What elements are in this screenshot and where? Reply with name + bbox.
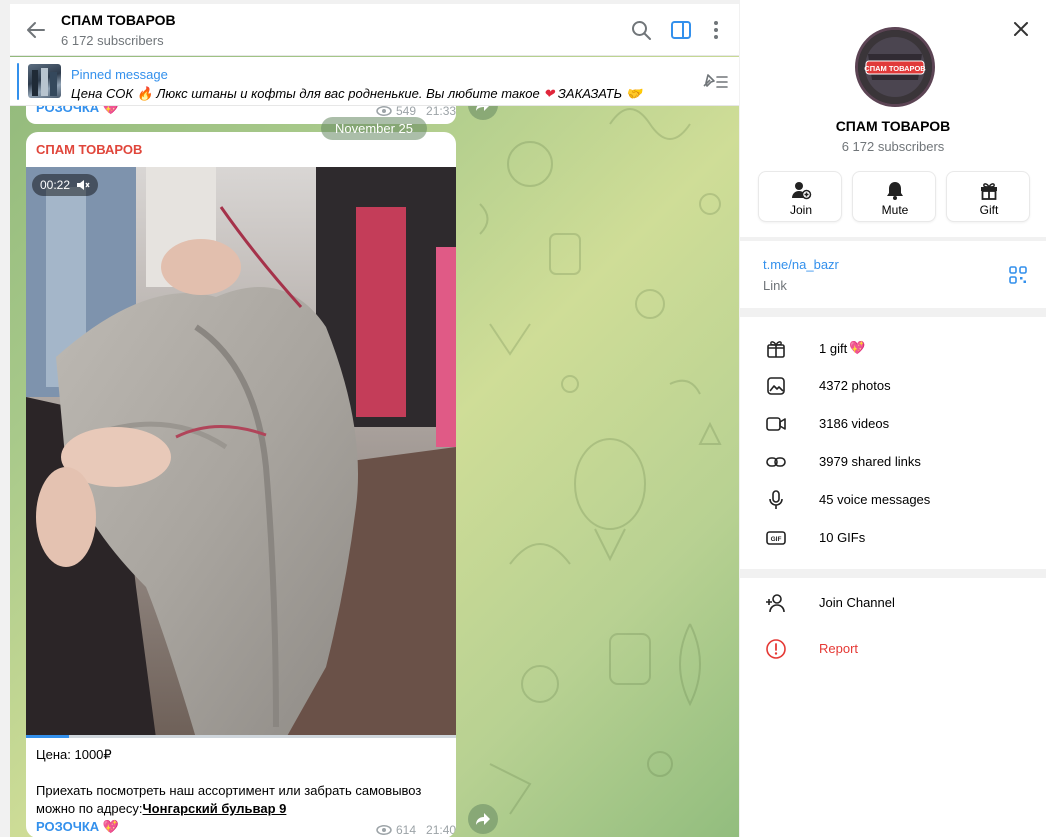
muted-speaker-icon[interactable] [76,179,90,191]
heart-emoji-icon: ❤ [543,86,555,101]
video-progress-bar[interactable] [26,735,456,738]
close-icon[interactable] [1010,18,1032,40]
channel-link-section[interactable]: t.me/na_bazr Link [740,241,1046,308]
channel-link-label: Link [763,278,787,293]
links-label: 3979 shared links [819,454,921,469]
video-frame [26,167,456,738]
mute-button[interactable]: Mute [852,171,936,222]
add-user-icon [792,182,812,200]
gifts-label: 1 gift [819,340,848,356]
sparkling-heart-emoji-icon: 💖 [849,340,866,355]
shared-media-list: 1 gift 💖 4372 photos 3186 videos 3979 sha… [740,317,1046,569]
caption-price: Цена: 1000₽ [36,747,112,762]
join-button[interactable]: Join [758,171,842,222]
voice-row[interactable]: 45 voice messages [740,481,1046,519]
date-separator: November 25 [321,117,427,140]
channel-subscribers: 6 172 subscribers [841,139,945,154]
forward-button[interactable] [468,804,498,834]
gift-button[interactable]: Gift [946,171,1030,222]
photos-row[interactable]: 4372 photos [740,367,1046,405]
microphone-icon [769,490,783,509]
report-row[interactable]: Report [740,630,1046,668]
photo-icon [767,377,785,395]
rosochka-link[interactable]: РОЗОЧКА 💖 [36,819,119,834]
channel-info-panel: СПАМ ТОВАРОВ СПАМ ТОВАРОВ 6 172 subscrib… [740,0,1046,837]
channel-post: СПАМ ТОВАРОВ 00:22 Цена: 1000₽ Приехать … [26,132,456,837]
videos-row[interactable]: 3186 videos [740,405,1046,443]
pinned-indicator [17,63,19,100]
views-eye-icon [376,106,392,116]
channel-link-url[interactable]: t.me/na_bazr [763,257,839,272]
channel-name: СПАМ ТОВАРОВ [835,118,951,134]
pinned-message-bar[interactable]: Pinned message Цена СОК 🔥 Люкс штаны и к… [10,57,739,106]
gifs-row[interactable]: GIF 10 GIFs [740,519,1046,557]
svg-text:GIF: GIF [771,536,782,543]
join-channel-label: Join Channel [819,595,895,610]
caption-line-2: Приехать посмотреть наш ассортимент или … [36,783,422,798]
video-duration-badge: 00:22 [32,174,99,196]
join-label: Join [789,203,812,217]
previous-message-meta: 549 21:33 [376,104,456,118]
channel-info-header: СПАМ ТОВАРОВ СПАМ ТОВАРОВ 6 172 subscrib… [740,0,1046,237]
forward-arrow-icon [476,813,490,825]
pinned-title: Pinned message [71,67,168,82]
pinned-text: Цена СОК 🔥 Люкс штаны и кофты для вас ро… [71,86,642,101]
handshake-emoji-icon: 🤝 [625,86,642,101]
chat-subscribers: 6 172 subscribers [61,33,164,48]
channel-actions: Join Channel Report [740,578,1046,837]
channel-avatar[interactable]: СПАМ ТОВАРОВ [855,27,935,107]
bell-icon [887,182,903,200]
post-meta: 614 21:40 [376,823,456,837]
video-progress-fill [26,735,69,738]
gift-label: Gift [979,203,999,217]
address-link[interactable]: Чонгарский бульвар 9 [143,801,287,816]
caption-line-3: можно по адресу:Чонгарский бульвар 9 [36,801,287,816]
chat-panel: СПАМ ТОВАРОВ 6 172 subscribers Pinned me… [10,4,739,837]
views-eye-icon [376,825,392,835]
videos-label: 3186 videos [819,416,890,431]
links-row[interactable]: 3979 shared links [740,443,1046,481]
report-label: Report [819,641,859,656]
gift-box-icon [767,341,785,358]
channel-logo: СПАМ ТОВАРОВ [858,30,932,104]
add-user-icon [766,594,785,613]
video-icon [766,417,786,431]
link-icon [766,457,786,467]
gif-icon: GIF [766,531,786,545]
gifts-row[interactable]: 1 gift 💖 [740,329,1046,367]
gift-icon [981,183,997,200]
video-player[interactable]: 00:22 [26,167,456,738]
more-options-icon[interactable] [704,18,728,42]
post-author[interactable]: СПАМ ТОВАРОВ [36,142,142,157]
fire-emoji-icon: 🔥 [136,86,153,101]
photos-label: 4372 photos [819,378,891,393]
qr-code-icon[interactable] [1009,266,1027,284]
gifs-label: 10 GIFs [819,530,866,545]
report-warning-icon [766,639,786,659]
voice-label: 45 voice messages [819,492,931,507]
pinned-list-icon[interactable] [701,71,729,91]
sparkling-heart-emoji-icon: 💖 [102,819,119,834]
back-arrow-icon[interactable] [24,18,48,42]
join-channel-row[interactable]: Join Channel [740,584,1046,622]
svg-text:СПАМ ТОВАРОВ: СПАМ ТОВАРОВ [864,64,926,73]
chat-title[interactable]: СПАМ ТОВАРОВ [61,12,176,28]
search-icon[interactable] [629,18,653,42]
pinned-thumbnail [28,64,61,98]
sidebar-toggle-icon[interactable] [669,18,693,42]
mute-label: Mute [881,203,909,217]
chat-header: СПАМ ТОВАРОВ 6 172 subscribers [10,4,739,56]
